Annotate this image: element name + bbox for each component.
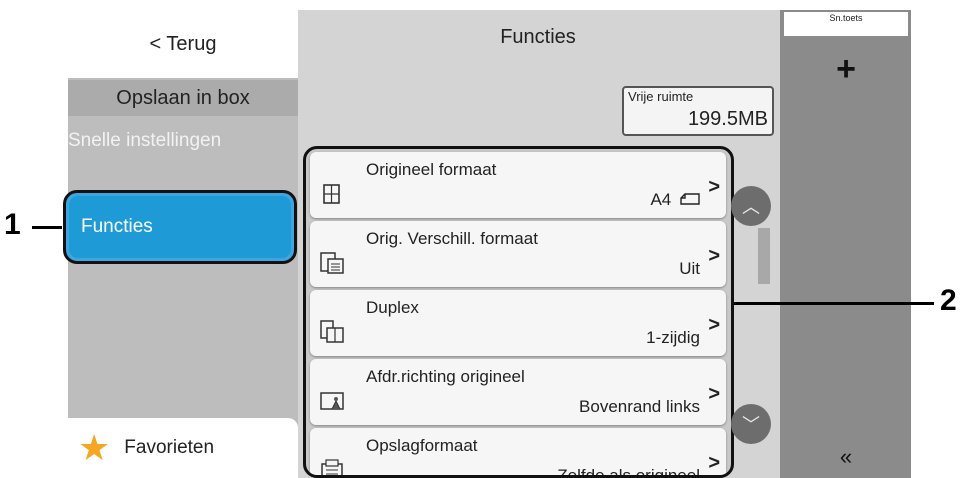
chevron-down-icon: ﹀ [742, 415, 760, 435]
orientation-icon [320, 392, 344, 410]
scroll-up-button[interactable]: ︿ [731, 186, 771, 226]
scroll-down-button[interactable]: ﹀ [731, 404, 771, 444]
function-title: Orig. Verschill. formaat [366, 229, 538, 248]
mixed-size-icon [320, 252, 344, 274]
sidebar-section-title: Opslaan in box [68, 80, 298, 116]
chevron-right-icon: > [708, 383, 720, 405]
function-value: Zelfde als origineel [557, 466, 700, 478]
function-row-mixed-size[interactable]: Orig. Verschill. formaat Uit > [310, 221, 726, 287]
duplex-icon [320, 320, 344, 343]
double-chevron-left-icon[interactable]: « [784, 444, 908, 470]
function-title: Opslagformaat [366, 436, 478, 455]
sidebar-item-label: Functies [69, 196, 291, 258]
free-space-value: 199.5MB [687, 108, 768, 130]
chevron-right-icon: > [708, 245, 720, 267]
function-row-storage-size[interactable]: Opslagformaat Zelfde als origineel > [310, 428, 726, 478]
function-list: Origineel formaat A4 > Orig. Verschill. … [303, 146, 734, 478]
sidebar-item-quick-settings[interactable]: Snelle instellingen [68, 130, 288, 152]
chevron-right-icon: > [708, 452, 720, 474]
function-value: 1-zijdig [646, 328, 700, 347]
landscape-paper-icon [680, 193, 700, 205]
sidebar-item-functions[interactable]: Functies [63, 190, 297, 264]
callout-number-1: 1 [4, 208, 21, 241]
plus-icon[interactable]: + [784, 50, 908, 89]
function-row-orientation[interactable]: Afdr.richting origineel Bovenrand links … [310, 359, 726, 425]
function-value: Uit [679, 259, 700, 278]
storage-size-icon [321, 459, 343, 475]
favorites-label: Favorieten [124, 437, 215, 458]
free-space-label: Vrije ruimte [628, 89, 694, 104]
free-space-indicator: Vrije ruimte 199.5MB [622, 86, 774, 136]
function-value: A4 [650, 190, 700, 210]
function-value: Bovenrand links [579, 397, 700, 416]
chevron-up-icon: ︿ [742, 197, 760, 217]
page-title: Functies [500, 26, 576, 48]
callout-line-1 [32, 226, 62, 229]
callout-line-2 [734, 302, 934, 305]
chevron-right-icon: > [708, 176, 720, 198]
function-title: Origineel formaat [366, 160, 497, 179]
original-size-icon [323, 184, 340, 204]
scrollbar-thumb[interactable] [758, 228, 770, 284]
function-title: Duplex [366, 298, 419, 317]
sidebar-item-label: Snelle instellingen [68, 130, 222, 151]
function-row-duplex[interactable]: Duplex 1-zijdig > [310, 290, 726, 356]
function-row-original-size[interactable]: Origineel formaat A4 > [310, 152, 726, 218]
shortcut-tab[interactable]: Sn.toets [784, 12, 908, 36]
star-icon: ★ [78, 427, 111, 468]
favorites-button[interactable]: ★ Favorieten [68, 418, 298, 478]
chevron-right-icon: > [708, 314, 720, 336]
back-button[interactable]: < Terug [68, 10, 298, 78]
callout-number-2: 2 [940, 284, 957, 317]
function-title: Afdr.richting origineel [366, 367, 525, 386]
